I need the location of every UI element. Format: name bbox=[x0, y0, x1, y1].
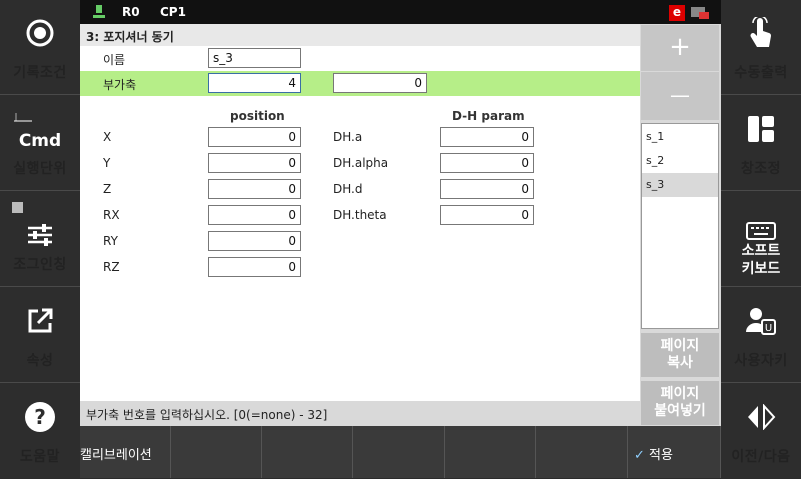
program-id: CP1 bbox=[160, 5, 186, 19]
list-item[interactable]: s_2 bbox=[642, 149, 718, 173]
softkey-5[interactable] bbox=[445, 426, 536, 478]
dh-input-d[interactable]: 0 bbox=[440, 179, 534, 199]
user-key-icon: U bbox=[721, 304, 801, 338]
cmd-icon: Cmd bbox=[18, 131, 62, 151]
right-panel: 수동출력 창조정 소프트 키보드 U 사용자키 이전/다음 bbox=[721, 0, 801, 478]
apply-label: 적용 bbox=[649, 448, 673, 463]
record-circle-icon bbox=[0, 16, 80, 50]
position-input-rz[interactable]: 0 bbox=[208, 257, 301, 277]
dh-label-d: DH.d bbox=[333, 182, 363, 196]
edit-external-icon bbox=[0, 304, 80, 338]
dh-input-a[interactable]: 0 bbox=[440, 127, 534, 147]
paste-page-button[interactable]: 페이지 붙여넣기 bbox=[641, 381, 719, 425]
calibration-button[interactable]: 캘리브레이션 bbox=[80, 426, 171, 478]
properties-button[interactable]: 속성 bbox=[0, 288, 80, 383]
position-input-z[interactable]: 0 bbox=[208, 179, 301, 199]
manual-output-label: 수동출력 bbox=[734, 65, 788, 81]
aux-axis-secondary-input[interactable]: 0 bbox=[333, 73, 427, 93]
dh-label-theta: DH.theta bbox=[333, 208, 387, 222]
checkmark-icon: ✓ bbox=[634, 448, 645, 463]
soft-keyboard-label: 소프트 키보드 bbox=[741, 243, 781, 277]
calibration-label: 캘리브레이션 bbox=[80, 448, 152, 463]
softkey-3[interactable] bbox=[262, 426, 353, 478]
aux-axis-input[interactable]: 4 bbox=[208, 73, 301, 93]
softkey-6[interactable] bbox=[536, 426, 628, 478]
window-adjust-button[interactable]: 창조정 bbox=[721, 96, 801, 191]
dh-param-header: D-H param bbox=[452, 109, 525, 123]
status-bar: R0 CP1 e bbox=[80, 0, 721, 24]
aux-axis-label: 부가축 bbox=[103, 78, 137, 92]
position-label-rz: RZ bbox=[103, 260, 120, 274]
record-condition-button[interactable]: 기록조건 bbox=[0, 0, 80, 95]
name-input[interactable]: s_3 bbox=[208, 48, 301, 68]
svg-text:U: U bbox=[765, 323, 772, 334]
position-label-x: X bbox=[103, 130, 112, 144]
position-input-rx[interactable]: 0 bbox=[208, 205, 301, 225]
positioner-list: s_1 s_2 s_3 bbox=[641, 123, 719, 329]
list-item[interactable]: s_1 bbox=[642, 125, 718, 149]
softkey-2[interactable] bbox=[171, 426, 262, 478]
left-panel: 기록조건 Cmd 실행단위 조그인칭 속성 ? 도움말 bbox=[0, 0, 80, 478]
dh-input-alpha[interactable]: 0 bbox=[440, 153, 534, 173]
connection-icon bbox=[691, 7, 709, 19]
position-label-ry: RY bbox=[103, 234, 118, 248]
robot-status-icon bbox=[92, 4, 106, 20]
sliders-icon bbox=[0, 218, 80, 252]
status-message: 부가축 번호를 입력하십시오. [0(=none) - 32] bbox=[80, 401, 640, 426]
run-unit-label: 실행단위 bbox=[13, 161, 67, 177]
window-layout-icon bbox=[721, 112, 801, 146]
user-key-label: 사용자키 bbox=[734, 353, 788, 369]
position-label-rx: RX bbox=[103, 208, 120, 222]
help-icon: ? bbox=[0, 400, 80, 434]
list-item-selected[interactable]: s_3 bbox=[642, 173, 718, 197]
help-label: 도움말 bbox=[19, 449, 61, 465]
manual-output-button[interactable]: 수동출력 bbox=[721, 0, 801, 95]
prev-next-icon bbox=[721, 400, 801, 434]
error-badge[interactable]: e bbox=[669, 5, 685, 21]
dh-label-alpha: DH.alpha bbox=[333, 156, 389, 170]
remove-button[interactable]: — bbox=[641, 72, 719, 120]
help-button[interactable]: ? 도움말 bbox=[0, 384, 80, 479]
soft-keyboard-button[interactable]: 소프트 키보드 bbox=[721, 192, 801, 287]
step-indicator-icon bbox=[12, 108, 34, 122]
position-input-x[interactable]: 0 bbox=[208, 127, 301, 147]
position-label-y: Y bbox=[103, 156, 111, 170]
robot-id: R0 bbox=[122, 5, 140, 19]
prev-next-label: 이전/다음 bbox=[731, 449, 791, 465]
name-label: 이름 bbox=[103, 53, 126, 67]
apply-button[interactable]: ✓ 적용 bbox=[628, 426, 721, 478]
properties-label: 속성 bbox=[26, 353, 54, 369]
position-header: position bbox=[230, 109, 285, 123]
user-key-button[interactable]: U 사용자키 bbox=[721, 288, 801, 383]
position-input-ry[interactable]: 0 bbox=[208, 231, 301, 251]
record-condition-label: 기록조건 bbox=[13, 65, 67, 81]
jog-inching-button[interactable]: 조그인칭 bbox=[0, 192, 80, 287]
add-button[interactable]: + bbox=[641, 25, 719, 71]
copy-page-button[interactable]: 페이지 복사 bbox=[641, 333, 719, 377]
hand-pointer-icon bbox=[721, 16, 801, 50]
run-unit-button[interactable]: Cmd 실행단위 bbox=[0, 96, 80, 191]
window-adjust-label: 창조정 bbox=[740, 161, 782, 177]
dh-label-a: DH.a bbox=[333, 130, 363, 144]
softkey-4[interactable] bbox=[353, 426, 445, 478]
prev-next-button[interactable]: 이전/다음 bbox=[721, 384, 801, 479]
form-title: 3: 포지셔너 동기 bbox=[80, 24, 640, 46]
position-label-z: Z bbox=[103, 182, 112, 196]
dh-input-theta[interactable]: 0 bbox=[440, 205, 534, 225]
svg-text:?: ? bbox=[34, 405, 46, 429]
position-input-y[interactable]: 0 bbox=[208, 153, 301, 173]
jog-inching-label: 조그인칭 bbox=[13, 257, 67, 273]
status-square-icon bbox=[12, 202, 23, 213]
